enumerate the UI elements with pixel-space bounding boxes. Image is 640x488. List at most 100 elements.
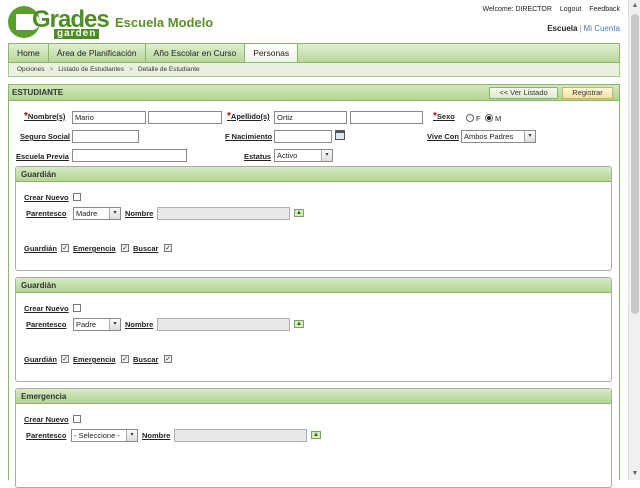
- tab-area-planificacion[interactable]: Área de Planificación: [49, 44, 146, 62]
- sexo-f-radio[interactable]: [466, 114, 474, 122]
- crear-nuevo-checkbox[interactable]: [73, 304, 81, 312]
- buscar-checkbox[interactable]: ✓: [164, 355, 172, 363]
- expand-up-icon[interactable]: ▲: [294, 320, 304, 328]
- emergencia-label: Emergencia: [73, 244, 116, 253]
- parentesco-label: Parentesco: [26, 320, 67, 329]
- guardian-checkbox[interactable]: ✓: [61, 355, 69, 363]
- context-links: Escuela | Mi Cuenta: [547, 24, 620, 33]
- nombre-input[interactable]: [157, 318, 290, 331]
- guardian-1-title: Guardián: [21, 170, 57, 179]
- guardian-label: Guardián: [24, 244, 57, 253]
- user-links: Welcome: DIRECTOR Logout Feedback: [483, 6, 620, 13]
- apellidos-input[interactable]: Ortiz: [274, 111, 347, 124]
- scroll-down-icon[interactable]: ▼: [629, 468, 640, 480]
- parentesco-select[interactable]: Padre ▾: [73, 318, 121, 331]
- main-nav: Home Área de Planificación Año Escolar e…: [8, 43, 620, 63]
- parentesco-select[interactable]: Madre ▾: [73, 207, 121, 220]
- escuela-previa-input[interactable]: [72, 149, 187, 162]
- vive-con-label: Vive Con: [427, 132, 459, 141]
- breadcrumb-opciones[interactable]: Opciones: [17, 66, 44, 73]
- tab-ano-escolar[interactable]: Año Escolar en Curso: [146, 44, 246, 62]
- nombre-input[interactable]: [174, 429, 307, 442]
- crear-nuevo-label: Crear Nuevo: [24, 193, 69, 202]
- guardian-section-2: Guardián Crear Nuevo Parentesco Padre ▾ N…: [15, 277, 612, 382]
- emergencia-title: Emergencia: [21, 392, 67, 401]
- logout-link[interactable]: Logout: [560, 6, 581, 13]
- guardian-2-title: Guardián: [21, 281, 57, 290]
- emergencia-checkbox[interactable]: ✓: [121, 244, 129, 252]
- buscar-checkbox[interactable]: ✓: [164, 244, 172, 252]
- emergencia-checkbox[interactable]: ✓: [121, 355, 129, 363]
- parentesco-label: Parentesco: [26, 431, 67, 440]
- emergencia-header: Emergencia: [16, 389, 611, 404]
- registrar-button[interactable]: Registrar: [562, 87, 613, 99]
- parentesco-label: Parentesco: [26, 209, 67, 218]
- parentesco-select[interactable]: - Seleccione - ▾: [71, 429, 138, 442]
- student-panel: ESTUDIANTE << Ver Listado Registrar *Nom…: [8, 84, 620, 488]
- guardian-label: Guardián: [24, 355, 57, 364]
- app-header: Grades garden Escuela Modelo Welcome: DI…: [0, 0, 628, 42]
- apellidos-input-2[interactable]: [350, 111, 423, 124]
- scrollbar-thumb[interactable]: [631, 14, 639, 314]
- context-separator: |: [579, 24, 582, 33]
- estatus-label: Estatus: [244, 152, 272, 161]
- sexo-m-label: M: [495, 114, 502, 123]
- nacimiento-input[interactable]: [274, 130, 332, 143]
- breadcrumb-listado[interactable]: Listado de Estudiantes: [58, 66, 124, 73]
- seguro-social-label: Seguro Social: [20, 132, 71, 141]
- tab-personas[interactable]: Personas: [245, 44, 299, 62]
- guardian-1-header: Guardián: [16, 167, 611, 182]
- expand-up-icon[interactable]: ▲: [294, 209, 304, 217]
- context-escuela[interactable]: Escuela: [547, 24, 577, 33]
- estatus-select[interactable]: Activo ▾: [274, 149, 333, 162]
- feedback-link[interactable]: Feedback: [589, 6, 620, 13]
- sexo-label: *Sexo: [433, 111, 455, 122]
- nombres-input-2[interactable]: [148, 111, 222, 124]
- logo-sub: garden: [54, 29, 100, 39]
- gradesgarden-logo[interactable]: Grades garden: [8, 6, 110, 39]
- chevron-down-icon: ▾: [109, 208, 120, 219]
- chevron-down-icon: ▾: [126, 430, 137, 441]
- chevron-down-icon: ▾: [109, 319, 120, 330]
- vertical-scrollbar[interactable]: ▲ ▼: [628, 0, 640, 480]
- nombre-input[interactable]: [157, 207, 290, 220]
- sexo-f-label: F: [476, 114, 481, 123]
- guardian-section-1: Guardián Crear Nuevo Parentesco Madre ▾ N…: [15, 166, 612, 271]
- crear-nuevo-label: Crear Nuevo: [24, 415, 69, 424]
- sexo-m-radio[interactable]: [485, 114, 493, 122]
- crear-nuevo-checkbox[interactable]: [73, 415, 81, 423]
- ver-listado-button[interactable]: << Ver Listado: [489, 87, 558, 99]
- school-name: Escuela Modelo: [115, 15, 214, 30]
- breadcrumb-detalle: Detalle de Estudiante: [137, 66, 200, 73]
- nombre-label: Nombre: [125, 320, 154, 329]
- chevron-down-icon: ▾: [321, 150, 332, 161]
- buscar-label: Buscar: [133, 244, 159, 253]
- nombres-input[interactable]: Mario: [72, 111, 146, 124]
- apellidos-label: *Apellido(s): [227, 111, 270, 122]
- nacimiento-label: F Nacimiento: [225, 132, 273, 141]
- crear-nuevo-checkbox[interactable]: [73, 193, 81, 201]
- breadcrumb: Opciones > Listado de Estudiantes > Detalle …: [8, 63, 620, 77]
- breadcrumb-separator: >: [49, 66, 54, 73]
- chevron-down-icon: ▾: [524, 131, 535, 142]
- guardian-2-header: Guardián: [16, 278, 611, 293]
- calendar-icon[interactable]: [335, 130, 345, 140]
- buscar-label: Buscar: [133, 355, 159, 364]
- emergencia-label: Emergencia: [73, 355, 116, 364]
- escuela-previa-label: Escuela Previa: [16, 152, 69, 161]
- scroll-up-icon[interactable]: ▲: [629, 0, 640, 12]
- nombre-label: Nombre: [142, 431, 171, 440]
- nombres-label: *Nombre(s): [24, 111, 66, 122]
- emergencia-section: Emergencia Crear Nuevo Parentesco - Sele…: [15, 388, 612, 488]
- guardian-checkbox[interactable]: ✓: [61, 244, 69, 252]
- panel-title: ESTUDIANTE: [12, 88, 64, 97]
- expand-up-icon[interactable]: ▲: [311, 431, 321, 439]
- nombre-label: Nombre: [125, 209, 154, 218]
- vive-con-select[interactable]: Ambos Padres ▾: [461, 130, 536, 143]
- crear-nuevo-label: Crear Nuevo: [24, 304, 69, 313]
- panel-header: ESTUDIANTE << Ver Listado Registrar: [9, 85, 619, 101]
- my-account-link[interactable]: Mi Cuenta: [584, 24, 620, 33]
- tab-home[interactable]: Home: [9, 44, 49, 62]
- seguro-social-input[interactable]: [72, 130, 139, 143]
- breadcrumb-separator: >: [129, 66, 133, 73]
